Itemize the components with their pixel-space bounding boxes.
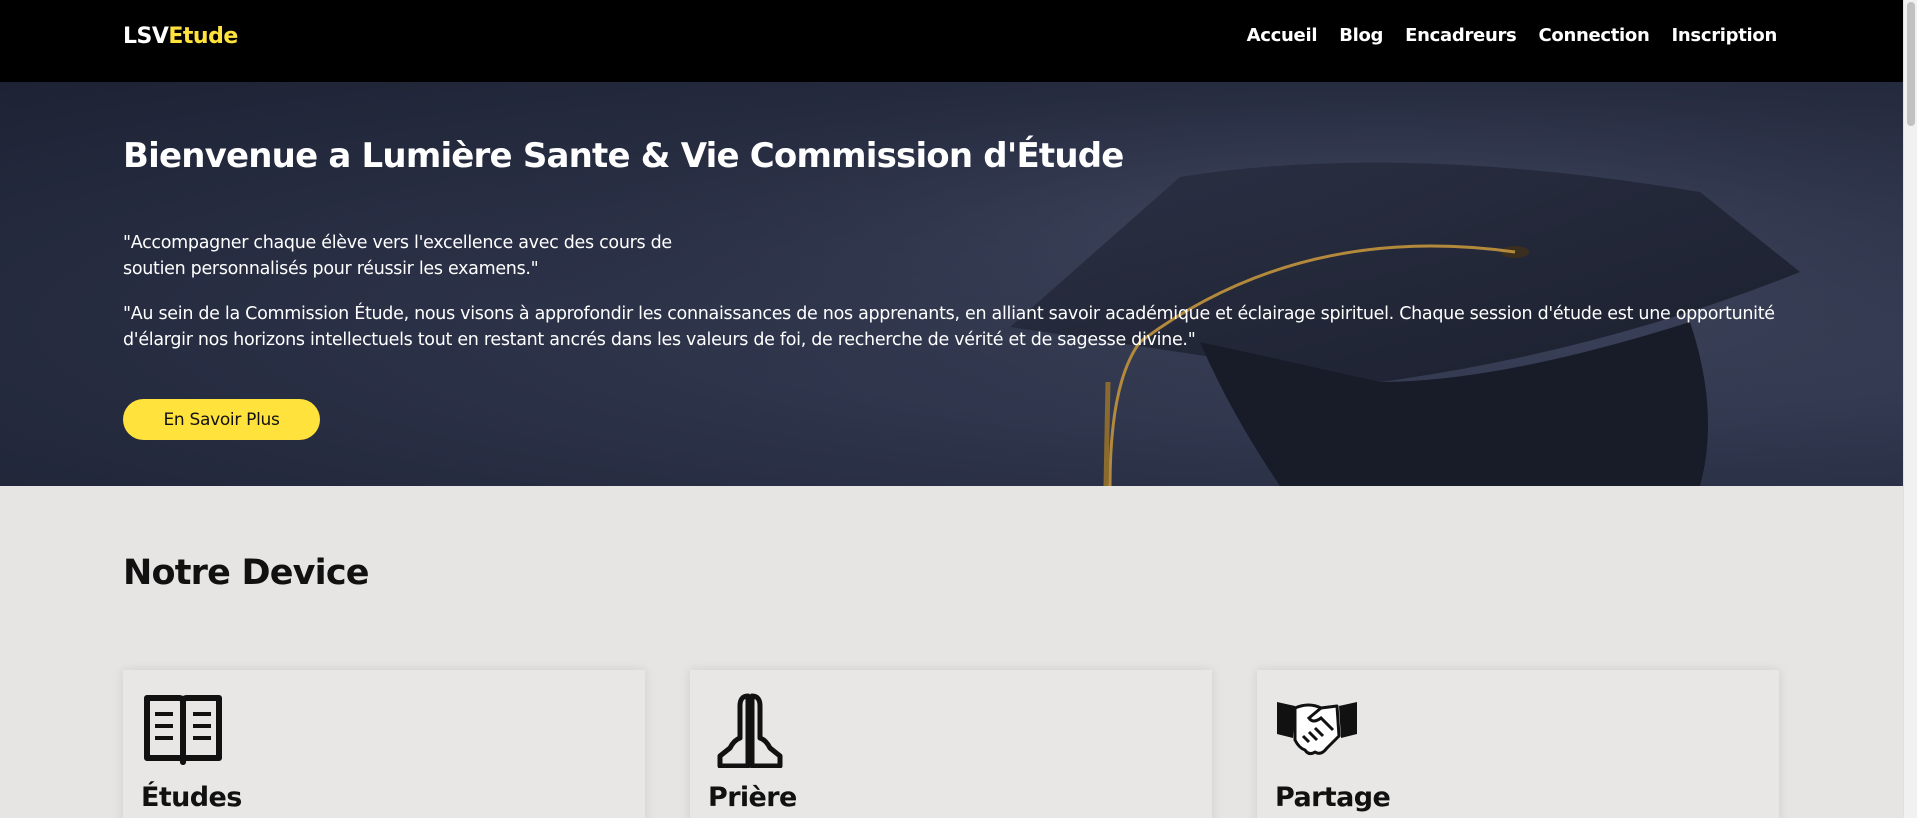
hero-section: Bienvenue a Lumière Sante & Vie Commissi… bbox=[0, 82, 1903, 486]
hero-tagline: "Accompagner chaque élève vers l'excelle… bbox=[123, 233, 672, 279]
brand-prefix: LSV bbox=[123, 24, 169, 49]
page-scrollbar[interactable] bbox=[1903, 0, 1917, 818]
scrollbar-thumb[interactable] bbox=[1907, 2, 1915, 126]
card-etudes[interactable]: Études bbox=[123, 670, 645, 818]
hero-title: Bienvenue a Lumière Sante & Vie Commissi… bbox=[123, 136, 1124, 176]
learn-more-button[interactable]: En Savoir Plus bbox=[123, 399, 320, 440]
card-title-priere: Prière bbox=[708, 782, 797, 813]
navbar: LSVEtude Accueil Blog Encadreurs Connect… bbox=[0, 0, 1903, 82]
praying-hands-icon bbox=[717, 693, 783, 768]
open-book-icon bbox=[144, 695, 222, 765]
card-title-partage: Partage bbox=[1275, 782, 1391, 813]
nav-item-inscription[interactable]: Inscription bbox=[1672, 25, 1778, 46]
main-nav: Accueil Blog Encadreurs Connection Inscr… bbox=[1247, 25, 1778, 46]
card-partage[interactable]: Partage bbox=[1257, 670, 1779, 818]
nav-item-connection[interactable]: Connection bbox=[1538, 25, 1649, 46]
card-priere[interactable]: Prière bbox=[690, 670, 1212, 818]
brand-logo[interactable]: LSVEtude bbox=[123, 24, 238, 49]
nav-item-accueil[interactable]: Accueil bbox=[1247, 25, 1318, 46]
nav-item-encadreurs[interactable]: Encadreurs bbox=[1405, 25, 1517, 46]
handshake-icon bbox=[1277, 702, 1357, 756]
nav-item-blog[interactable]: Blog bbox=[1339, 25, 1383, 46]
hero-description: "Au sein de la Commission Étude, nous vi… bbox=[123, 304, 1775, 350]
card-title-etudes: Études bbox=[141, 782, 242, 813]
brand-accent: Etude bbox=[168, 24, 238, 49]
section-title: Notre Device bbox=[123, 553, 370, 593]
